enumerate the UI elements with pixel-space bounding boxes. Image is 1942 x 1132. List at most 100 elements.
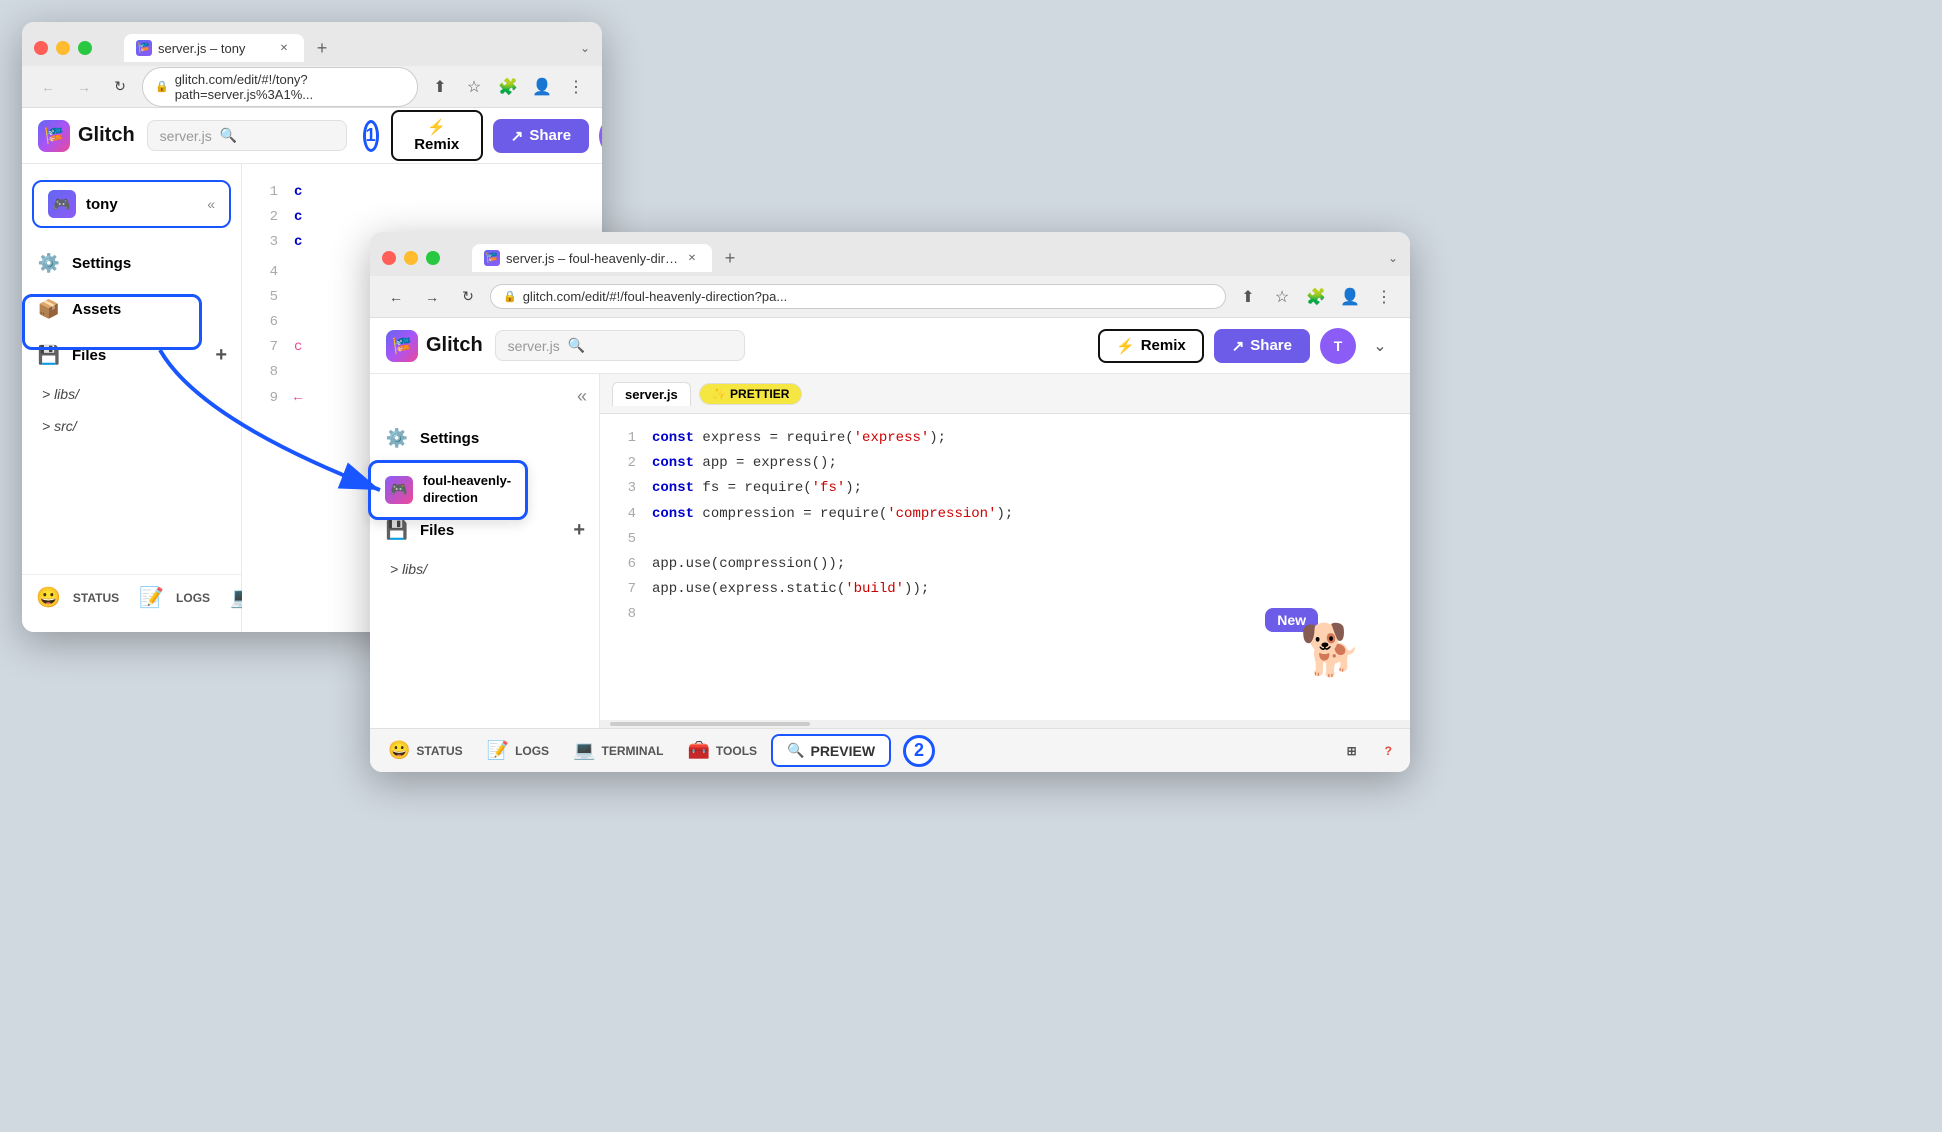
add-file-btn-w2[interactable]: + — [573, 519, 585, 542]
tab-bar-w2: 🎏 server.js – foul-heavenly-direc ✕ + ⌄ — [370, 232, 1410, 276]
tools-btn-w2[interactable]: 🧰 TOOLS — [678, 736, 768, 765]
address-bar-w2: ← → ↻ 🔒 glitch.com/edit/#!/foul-heavenly… — [370, 276, 1410, 318]
back-button-w2[interactable]: ← — [382, 283, 410, 311]
fhd-project-name: foul-heavenly-direction — [423, 473, 511, 507]
new-tab-button-w1[interactable]: + — [308, 34, 336, 62]
search-placeholder-w1: server.js — [160, 128, 212, 144]
share-page-icon-w1[interactable]: ⬆ — [426, 73, 454, 101]
code-line-7: 7 app.use(express.static('build')); — [616, 577, 1394, 602]
help-icon: ? — [1385, 744, 1392, 758]
glitch-logo-w1[interactable]: 🎏 Glitch — [38, 120, 135, 152]
share-page-icon-w2[interactable]: ⬆ — [1234, 283, 1262, 311]
url-text-w1: glitch.com/edit/#!/tony?path=server.js%3… — [175, 72, 405, 102]
lock-icon: 🔒 — [155, 80, 169, 93]
files-label-w1: Files — [72, 347, 205, 364]
app-body-w2: « ⚙️ Settings 📦 Assets 💾 Files + > libs/… — [370, 374, 1410, 728]
tab-w2[interactable]: 🎏 server.js – foul-heavenly-direc ✕ — [472, 244, 712, 272]
search-placeholder-w2: server.js — [508, 338, 560, 354]
url-bar-w2[interactable]: 🔒 glitch.com/edit/#!/foul-heavenly-direc… — [490, 284, 1226, 309]
project-selector-w1[interactable]: 🎮 tony « — [32, 180, 231, 228]
minimize-button-w1[interactable] — [56, 41, 70, 55]
preview-btn-w2[interactable]: 🔍 PREVIEW — [771, 734, 891, 767]
avatar-w2[interactable]: T — [1320, 328, 1356, 364]
sidebar-settings-w1[interactable]: ⚙️ Settings — [22, 240, 241, 286]
profile-icon-w1[interactable]: 👤 — [528, 73, 556, 101]
remix-button-w1[interactable]: ⚡ Remix — [391, 110, 483, 161]
avatar-dropdown-w2[interactable]: ⌄ — [1366, 332, 1394, 360]
help-btn[interactable]: ? — [1375, 740, 1402, 762]
share-button-w1[interactable]: ↗ Share — [493, 119, 589, 153]
prettier-button-w2[interactable]: ✨ PRETTIER — [699, 383, 803, 405]
tab-overflow-w1[interactable]: ⌄ — [580, 41, 590, 55]
code-line-5: 5 — [616, 527, 1394, 552]
preview-icon-w2: 🔍 — [787, 742, 804, 759]
profile-icon-w2[interactable]: 👤 — [1336, 283, 1364, 311]
remix-button-w2[interactable]: ⚡ Remix — [1098, 329, 1204, 363]
search-bar-w2[interactable]: server.js 🔍 — [495, 330, 745, 361]
project-name-w1: tony — [86, 196, 118, 213]
new-tab-button-w2[interactable]: + — [716, 244, 744, 272]
bookmark-icon-w1[interactable]: ☆ — [460, 73, 488, 101]
refresh-button-w2[interactable]: ↻ — [454, 283, 482, 311]
files-icon-w1: 💾 — [36, 342, 62, 368]
avatar-w1[interactable]: T — [599, 118, 602, 154]
sidebar-assets-w1[interactable]: 📦 Assets — [22, 286, 241, 332]
more-icon-w1[interactable]: ⋮ — [562, 73, 590, 101]
extensions-icon-w2[interactable]: 🧩 — [1302, 283, 1330, 311]
extensions-icon-w1[interactable]: 🧩 — [494, 73, 522, 101]
logs-label-w1: LOGS — [176, 591, 210, 605]
status-icon-w2: 😀 — [388, 740, 410, 761]
search-icon-w2: 🔍 — [568, 337, 585, 354]
status-btn-w2[interactable]: 😀 STATUS — [378, 736, 473, 765]
code-scrollbar-w2[interactable] — [600, 720, 1410, 728]
status-bar-w2: 😀 STATUS 📝 LOGS 💻 TERMINAL 🧰 TOOLS 🔍 PRE… — [370, 728, 1410, 772]
traffic-lights-w1 — [34, 41, 92, 55]
bookmark-icon-w2[interactable]: ☆ — [1268, 283, 1296, 311]
fhd-project-icon: 🎮 — [385, 476, 413, 504]
dir-src-w1[interactable]: > src/ — [22, 410, 241, 442]
sidebar-files-w1[interactable]: 💾 Files + — [22, 332, 241, 378]
code-line-3: 3 const fs = require('fs'); — [616, 476, 1394, 501]
code-area-w2: server.js ✨ PRETTIER 1 const express = r… — [600, 374, 1410, 728]
tab-overflow-w2[interactable]: ⌄ — [1388, 251, 1398, 265]
files-icon-w2: 💾 — [384, 517, 410, 543]
code-line-2: 2 const app = express(); — [616, 451, 1394, 476]
tab-w1[interactable]: 🎏 server.js – tony ✕ — [124, 34, 304, 62]
url-bar-w1[interactable]: 🔒 glitch.com/edit/#!/tony?path=server.js… — [142, 67, 418, 107]
close-button-w2[interactable] — [382, 251, 396, 265]
more-icon-w2[interactable]: ⋮ — [1370, 283, 1398, 311]
refresh-button-w1[interactable]: ↻ — [106, 73, 134, 101]
preview-label-w2: PREVIEW — [810, 743, 875, 759]
add-file-btn-w1[interactable]: + — [215, 344, 227, 367]
forward-button-w1[interactable]: → — [70, 73, 98, 101]
collapse-btn-w1[interactable]: « — [207, 196, 215, 212]
dir-libs-w1[interactable]: > libs/ — [22, 378, 241, 410]
grid-icon-btn[interactable]: ⊞ — [1337, 740, 1367, 762]
tab-close-w2[interactable]: ✕ — [684, 250, 700, 266]
fullscreen-button-w1[interactable] — [78, 41, 92, 55]
back-button-w1[interactable]: ← — [34, 73, 62, 101]
logs-btn-w2[interactable]: 📝 LOGS — [477, 736, 559, 765]
tab-close-w1[interactable]: ✕ — [276, 40, 292, 56]
glitch-logo-icon-w2: 🎏 — [386, 330, 418, 362]
terminal-btn-w2[interactable]: 💻 TERMINAL — [563, 736, 673, 765]
code-line-1: 1 const express = require('express'); — [616, 426, 1394, 451]
search-bar-w1[interactable]: server.js 🔍 — [147, 120, 347, 151]
dog-mascot: 🐕 — [1300, 621, 1362, 680]
dir-libs-w2[interactable]: > libs/ — [370, 553, 599, 585]
collapse-btn-w2[interactable]: « — [577, 386, 587, 407]
step-1-badge: 1 — [363, 120, 379, 152]
forward-button-w2[interactable]: → — [418, 283, 446, 311]
sidebar-settings-w2[interactable]: ⚙️ Settings — [370, 415, 599, 461]
code-tab-serverjs[interactable]: server.js — [612, 382, 691, 406]
fullscreen-button-w2[interactable] — [426, 251, 440, 265]
files-label-w2: Files — [420, 522, 563, 539]
close-button-w1[interactable] — [34, 41, 48, 55]
share-button-w2[interactable]: ↗ Share — [1214, 329, 1310, 363]
tab-title-w2: server.js – foul-heavenly-direc — [506, 251, 678, 266]
glitch-logo-w2[interactable]: 🎏 Glitch — [386, 330, 483, 362]
minimize-button-w2[interactable] — [404, 251, 418, 265]
project-icon-w1: 🎮 — [48, 190, 76, 218]
assets-label-w1: Assets — [72, 301, 227, 318]
assets-icon-w1: 📦 — [36, 296, 62, 322]
